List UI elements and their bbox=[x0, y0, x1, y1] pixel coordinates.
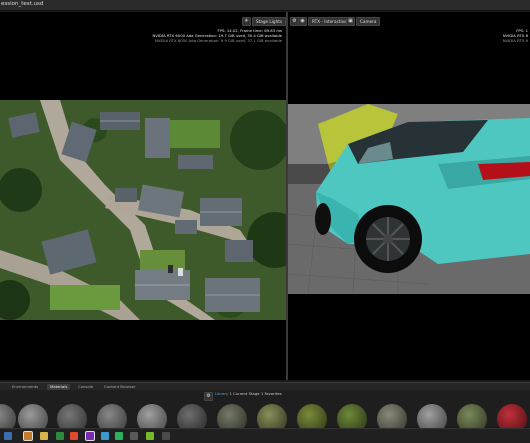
title-bar: ession_test.usd bbox=[0, 0, 530, 11]
windows-start-icon[interactable] bbox=[4, 432, 12, 440]
material-browser: ⚙ Library 1 Current Stage 1 Favorites bbox=[0, 390, 530, 434]
material-filter-bar: Library 1 Current Stage 1 Favorites bbox=[215, 390, 282, 397]
folder-icon[interactable] bbox=[40, 432, 48, 440]
separator-count: 1 bbox=[229, 391, 232, 396]
gear-icon[interactable]: ⚙ bbox=[204, 392, 213, 401]
stage-lights-button[interactable]: Stage Lights bbox=[252, 17, 287, 26]
window-title: ession_test.usd bbox=[1, 1, 44, 7]
separator-count-2: 1 bbox=[260, 391, 264, 396]
app-icon[interactable] bbox=[23, 431, 33, 441]
app-icon[interactable] bbox=[162, 432, 170, 440]
lightbulb-icon[interactable]: ☀ bbox=[242, 17, 251, 26]
gpu-readout-2: NVIDIA RTX 6 bbox=[502, 38, 528, 44]
viewport-hud-left: FPS: 14.02, Frame time: 69.83 ms NVIDIA … bbox=[152, 28, 282, 44]
camera-button[interactable]: Camera bbox=[356, 17, 381, 26]
spotify-icon[interactable] bbox=[115, 432, 123, 440]
browser-icon[interactable] bbox=[70, 432, 78, 440]
app-icon[interactable] bbox=[101, 432, 109, 440]
favorites-link[interactable]: Favorites bbox=[264, 391, 281, 396]
render-mode-button[interactable]: RTX - Interactive bbox=[308, 17, 351, 26]
app-icon[interactable] bbox=[130, 432, 138, 440]
car-scene bbox=[288, 104, 530, 294]
aerial-scene bbox=[0, 100, 286, 320]
nvidia-icon[interactable] bbox=[146, 432, 154, 440]
eye-icon[interactable]: ◉ bbox=[298, 17, 307, 26]
app-icon[interactable] bbox=[56, 432, 64, 440]
app-icon[interactable] bbox=[85, 431, 95, 441]
viewport-left[interactable]: ☀ Stage Lights FPS: 14.02, Frame time: 6… bbox=[0, 12, 287, 398]
gpu-readout-2: NVIDIA RTX 6000 Ada Generation: 9.9 GiB … bbox=[154, 38, 282, 44]
taskbar bbox=[0, 428, 530, 443]
camera-icon[interactable]: ▣ bbox=[346, 17, 355, 26]
current-stage-link[interactable]: Current Stage bbox=[233, 391, 259, 396]
library-link[interactable]: Library bbox=[215, 391, 228, 396]
viewport-hud-right: FPS: 1 NVIDIA RTX 6 NVIDIA RTX 6 bbox=[503, 28, 528, 44]
